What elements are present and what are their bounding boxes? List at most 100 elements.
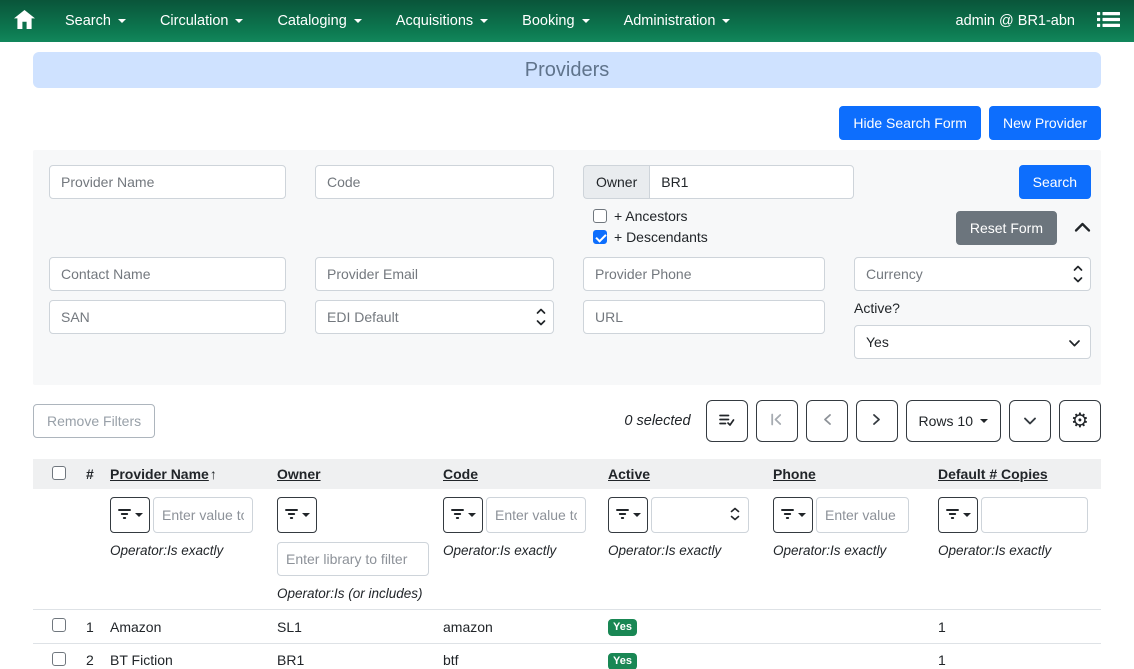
san-input[interactable] [49,300,286,334]
active-filter-dropdown[interactable] [608,497,648,533]
ancestors-checkbox-row: + Ancestors [593,208,825,224]
ancestors-checkbox[interactable] [593,209,607,223]
next-page-button[interactable] [856,400,898,442]
chevron-left-icon [821,412,833,430]
filter-cell-active: Operator:Is exactly [608,497,773,558]
logged-in-user: admin @ BR1-abn [956,13,1076,29]
owner-header-link[interactable]: Owner [277,466,321,482]
column-header-active[interactable]: Active [608,466,773,482]
provider-name-filter-input[interactable] [153,497,253,533]
edi-default-input[interactable] [315,300,554,334]
select-all-checkbox[interactable] [52,466,66,480]
active-select-value: Yes [866,334,889,350]
nav-menu-booking[interactable]: Booking [522,13,589,29]
hide-search-form-button[interactable]: Hide Search Form [839,106,981,140]
nav-menu-cataloging[interactable]: Cataloging [277,13,361,29]
phone-header-link[interactable]: Phone [773,466,816,482]
chevron-down-icon [582,19,590,23]
url-input[interactable] [583,300,825,334]
default-copies-filter-input[interactable] [981,497,1088,533]
table-row[interactable]: 1 Amazon SL1 amazon Yes 1 [33,609,1101,643]
first-page-button[interactable] [756,400,798,442]
active-filter-operator: Operator:Is exactly [608,543,721,558]
page-title-text: Providers [525,59,609,82]
table-row[interactable]: 2 BT Fiction BR1 btf Yes 1 [33,643,1101,669]
code-input[interactable] [315,165,554,199]
rows-per-page-label: Rows 10 [919,413,973,429]
owner-filter-dropdown[interactable] [277,497,317,533]
active-select[interactable]: Yes [854,325,1091,359]
home-button[interactable] [14,10,35,32]
nav-menu-acquisitions[interactable]: Acquisitions [396,13,488,29]
active-label: Active? [854,300,1091,316]
list-check-icon [718,411,735,431]
column-header-default-copies[interactable]: Default # Copies [938,466,1101,482]
provider-name-input[interactable] [49,165,286,199]
code-header-link[interactable]: Code [443,466,478,482]
owner-field-group: Owner [583,165,825,199]
descendants-checkbox[interactable] [593,230,607,244]
contact-name-input[interactable] [49,257,286,291]
column-header-code[interactable]: Code [443,466,608,482]
grid-filter-row: Operator:Is exactly Operator:Is (or incl… [33,489,1101,609]
provider-name-filter-dropdown[interactable] [110,497,150,533]
workstation-menu-button[interactable] [1097,11,1120,31]
previous-page-button[interactable] [806,400,848,442]
nav-menu-circulation-label: Circulation [160,13,229,29]
gear-icon: ⚙ [1071,411,1089,431]
search-button[interactable]: Search [1019,165,1091,199]
chevron-down-icon [1023,413,1037,429]
reset-form-button[interactable]: Reset Form [956,211,1057,245]
grid-settings-button[interactable]: ⚙ [1059,400,1101,442]
column-header-provider-name[interactable]: Provider Name↑ [110,466,277,482]
filter-cell-default-copies: Operator:Is exactly [938,497,1101,558]
chevron-down-icon [235,19,243,23]
row-select-checkbox[interactable] [52,618,66,632]
code-filter-dropdown[interactable] [443,497,483,533]
caret-down-icon [302,513,310,517]
phone-filter-dropdown[interactable] [773,497,813,533]
grid-toolbar: Remove Filters 0 selected [33,400,1101,442]
cell-provider-name: Amazon [110,619,277,635]
currency-input[interactable] [854,257,1091,291]
new-provider-button[interactable]: New Provider [989,106,1101,140]
edi-default-combobox[interactable] [315,300,554,334]
cell-owner: BR1 [277,652,443,668]
row-actions-button[interactable] [706,400,748,442]
phone-filter-input[interactable] [816,497,909,533]
row-select-checkbox[interactable] [52,652,66,666]
code-filter-input[interactable] [486,497,586,533]
column-header-phone[interactable]: Phone [773,466,938,482]
owner-input[interactable] [649,165,854,199]
nav-menu-acquisitions-label: Acquisitions [396,13,473,29]
page-title: Providers [33,52,1101,88]
remove-filters-button[interactable]: Remove Filters [33,404,155,438]
provider-name-header-link[interactable]: Provider Name [110,466,209,482]
nav-menu-circulation[interactable]: Circulation [160,13,244,29]
provider-email-input[interactable] [315,257,554,291]
nav-menu-search[interactable]: Search [65,13,126,29]
default-copies-header-link[interactable]: Default # Copies [938,466,1048,482]
cell-code: amazon [443,619,608,635]
filter-icon [946,508,959,523]
filter-icon [118,508,131,523]
filter-cell-owner: Operator:Is (or includes) [277,497,443,601]
grid-options-dropdown[interactable] [1009,400,1051,442]
owner-filter-input[interactable] [277,542,429,576]
rows-per-page-dropdown[interactable]: Rows 10 [906,400,1001,442]
nav-menu-booking-label: Booking [522,13,574,29]
cell-default-copies: 1 [938,619,1101,635]
chevron-down-icon [118,19,126,23]
default-copies-filter-dropdown[interactable] [938,497,978,533]
cell-code: btf [443,652,608,668]
provider-phone-input[interactable] [583,257,825,291]
caret-down-icon [980,419,988,423]
column-header-owner[interactable]: Owner [277,466,443,482]
active-status-badge: Yes [608,653,637,669]
cell-provider-name: BT Fiction [110,652,277,668]
collapse-form-chevron-up-icon[interactable] [1074,220,1091,236]
nav-menu-administration[interactable]: Administration [624,13,731,29]
active-filter-select[interactable] [651,497,749,533]
currency-combobox[interactable] [854,257,1091,291]
active-header-link[interactable]: Active [608,466,650,482]
